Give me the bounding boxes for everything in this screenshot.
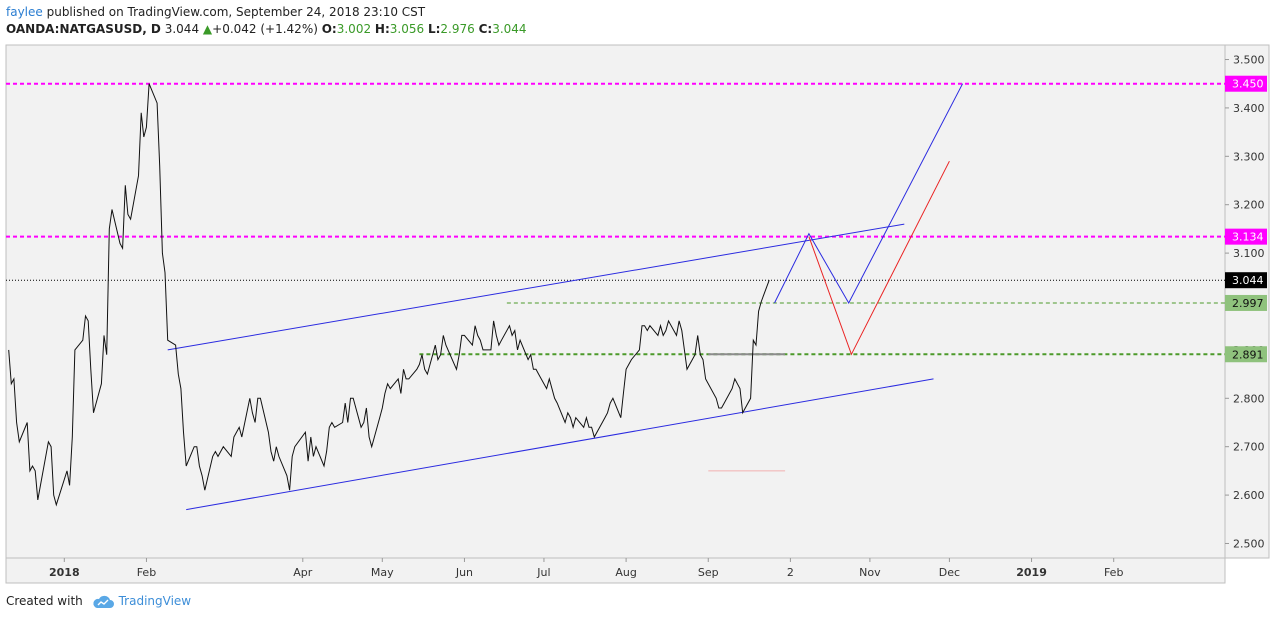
price-badge-resistance-lower: 3.134 xyxy=(1232,231,1264,244)
x-tick-label: 2019 xyxy=(1016,566,1047,579)
y-tick-label: 2.500 xyxy=(1233,537,1265,550)
y-tick-label: 2.700 xyxy=(1233,441,1265,454)
price-badge-resistance-upper: 3.450 xyxy=(1232,78,1264,91)
tradingview-cloud-icon xyxy=(92,595,114,608)
x-tick-label: 2018 xyxy=(49,566,80,579)
x-tick-label: Sep xyxy=(698,566,719,579)
x-tick-label: Nov xyxy=(859,566,881,579)
x-tick-label: Feb xyxy=(1104,566,1123,579)
x-tick-label: Apr xyxy=(293,566,313,579)
tradingview-brand-link[interactable]: TradingView xyxy=(119,594,192,608)
x-tick-label: May xyxy=(371,566,394,579)
footer: Created with TradingView xyxy=(6,594,191,609)
plot-area[interactable] xyxy=(5,44,1226,559)
price-badge-current: 3.044 xyxy=(1232,274,1264,287)
y-tick-label: 2.800 xyxy=(1233,392,1265,405)
x-tick-label: Jun xyxy=(455,566,473,579)
y-tick-label: 3.100 xyxy=(1233,247,1265,260)
y-tick-label: 3.400 xyxy=(1233,102,1265,115)
price-chart[interactable]: 2.5002.6002.7002.8002.9003.0003.1003.200… xyxy=(0,0,1274,620)
price-badge-support-upper: 2.997 xyxy=(1232,297,1264,310)
y-tick-label: 3.300 xyxy=(1233,150,1265,163)
x-tick-label: Jul xyxy=(536,566,550,579)
x-tick-label: Aug xyxy=(615,566,636,579)
x-tick-label: 2 xyxy=(787,566,794,579)
y-tick-label: 3.500 xyxy=(1233,54,1265,67)
price-badge-support-lower: 2.891 xyxy=(1232,348,1264,361)
created-with-text: Created with xyxy=(6,594,83,608)
x-tick-label: Dec xyxy=(939,566,960,579)
x-tick-label: Feb xyxy=(137,566,156,579)
y-tick-label: 2.600 xyxy=(1233,489,1265,502)
y-tick-label: 3.200 xyxy=(1233,199,1265,212)
